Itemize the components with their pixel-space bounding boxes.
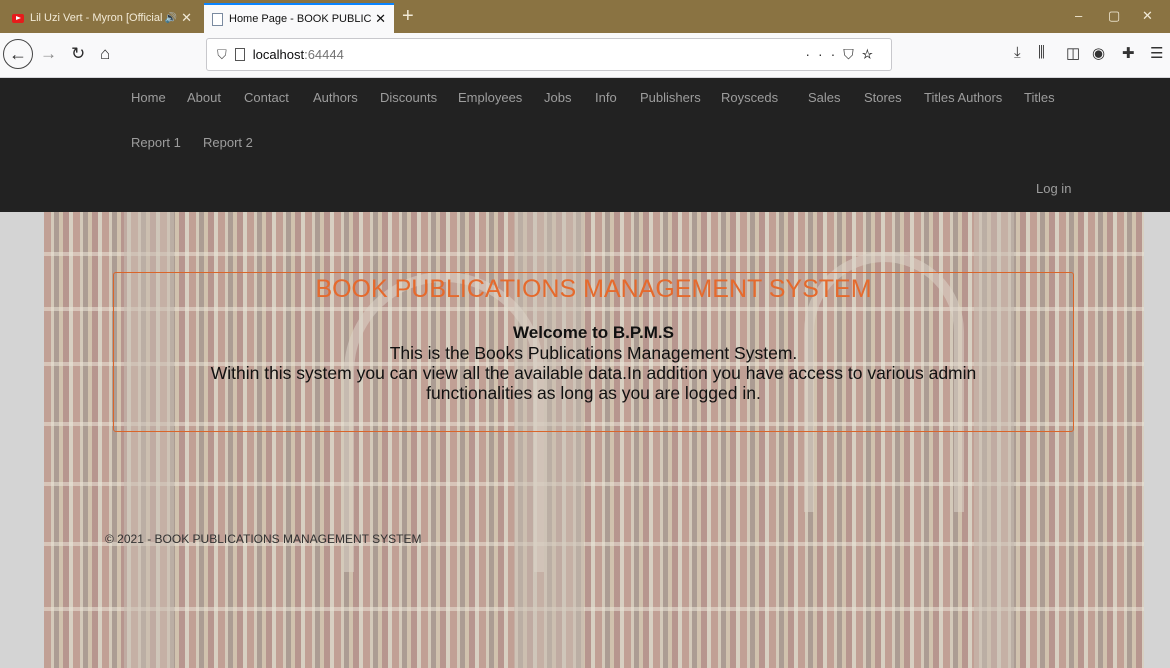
reload-icon[interactable]: ↻ — [71, 44, 85, 64]
nav-employees[interactable]: Employees — [458, 90, 522, 105]
shield-icon[interactable]: ⛉ — [217, 47, 227, 63]
welcome-heading: Welcome to B.P.M.S — [513, 323, 674, 342]
back-icon[interactable]: ← — [3, 39, 33, 69]
maximize-icon[interactable]: ▢ — [1108, 8, 1120, 24]
youtube-icon — [12, 13, 24, 23]
page-actions[interactable]: ···⛉☆ — [805, 46, 881, 63]
main-content: BOOK PUBLICATIONS MANAGEMENT SYSTEM Welc… — [0, 212, 1170, 668]
forward-icon[interactable]: → — [40, 44, 57, 64]
nav-sales[interactable]: Sales — [808, 90, 841, 105]
welcome-panel: BOOK PUBLICATIONS MANAGEMENT SYSTEM Welc… — [113, 272, 1074, 432]
description-text-continued: functionalities as long as you are logge… — [426, 383, 761, 403]
nav-info[interactable]: Info — [595, 90, 617, 105]
minimize-icon[interactable]: – — [1075, 8, 1082, 23]
nav-roysceds[interactable]: Roysceds — [721, 90, 778, 105]
footer-copyright: © 2021 - BOOK PUBLICATIONS MANAGEMENT SY… — [105, 532, 422, 546]
library-icon[interactable]: ⫼ — [1038, 44, 1045, 61]
page-info-icon[interactable] — [234, 48, 245, 61]
nav-publishers[interactable]: Publishers — [640, 90, 701, 105]
nav-discounts[interactable]: Discounts — [380, 90, 437, 105]
url-host: localhost — [252, 47, 305, 62]
nav-home[interactable]: Home — [131, 90, 166, 105]
nav-authors[interactable]: Authors — [313, 90, 358, 105]
nav-report-1[interactable]: Report 1 — [131, 135, 181, 150]
nav-report-2[interactable]: Report 2 — [203, 135, 253, 150]
nav-contact[interactable]: Contact — [244, 90, 289, 105]
extension-icon[interactable]: ✚ — [1122, 44, 1135, 62]
tab-home-page[interactable]: Home Page - BOOK PUBLICATI ✕ — [204, 3, 394, 33]
description-text: Within this system you can view all the … — [210, 363, 977, 383]
tab-title: Home Page - BOOK PUBLICATI — [229, 13, 372, 25]
login-link[interactable]: Log in — [1036, 181, 1071, 196]
nav-titles-authors[interactable]: Titles Authors — [924, 90, 1002, 105]
browser-toolbar: ← → ↻ ⌂ ⛉ localhost:64444 ···⛉☆ ⤓ ⫼ ◫ ◉ … — [0, 33, 1170, 78]
intro-text: This is the Books Publications Managemen… — [389, 343, 798, 363]
close-tab-icon[interactable]: ✕ — [181, 10, 192, 26]
home-icon[interactable]: ⌂ — [100, 44, 110, 64]
tab-youtube[interactable]: Lil Uzi Vert - Myron [Official 🔊 ✕ — [4, 3, 200, 33]
nav-jobs[interactable]: Jobs — [544, 90, 571, 105]
page-title: BOOK PUBLICATIONS MANAGEMENT SYSTEM — [315, 275, 872, 303]
close-window-icon[interactable]: ✕ — [1142, 8, 1153, 24]
close-tab-icon[interactable]: ✕ — [375, 11, 386, 27]
sidebar-icon[interactable]: ◫ — [1066, 44, 1080, 62]
url-port: :64444 — [304, 47, 344, 62]
account-icon[interactable]: ◉ — [1092, 44, 1105, 62]
address-bar[interactable]: ⛉ localhost:64444 ···⛉☆ — [206, 38, 892, 71]
download-icon[interactable]: ⤓ — [1014, 44, 1021, 61]
page-icon — [212, 12, 223, 26]
site-navbar: Home About Contact Authors Discounts Emp… — [0, 78, 1170, 212]
speaker-icon[interactable]: 🔊 — [165, 13, 177, 24]
nav-stores[interactable]: Stores — [864, 90, 902, 105]
nav-about[interactable]: About — [187, 90, 221, 105]
new-tab-button[interactable]: + — [402, 5, 414, 28]
menu-icon[interactable]: ☰ — [1150, 44, 1163, 62]
tab-title: Lil Uzi Vert - Myron [Official — [30, 12, 162, 24]
nav-titles[interactable]: Titles — [1024, 90, 1055, 105]
browser-tab-strip: Lil Uzi Vert - Myron [Official 🔊 ✕ Home … — [0, 0, 1170, 33]
